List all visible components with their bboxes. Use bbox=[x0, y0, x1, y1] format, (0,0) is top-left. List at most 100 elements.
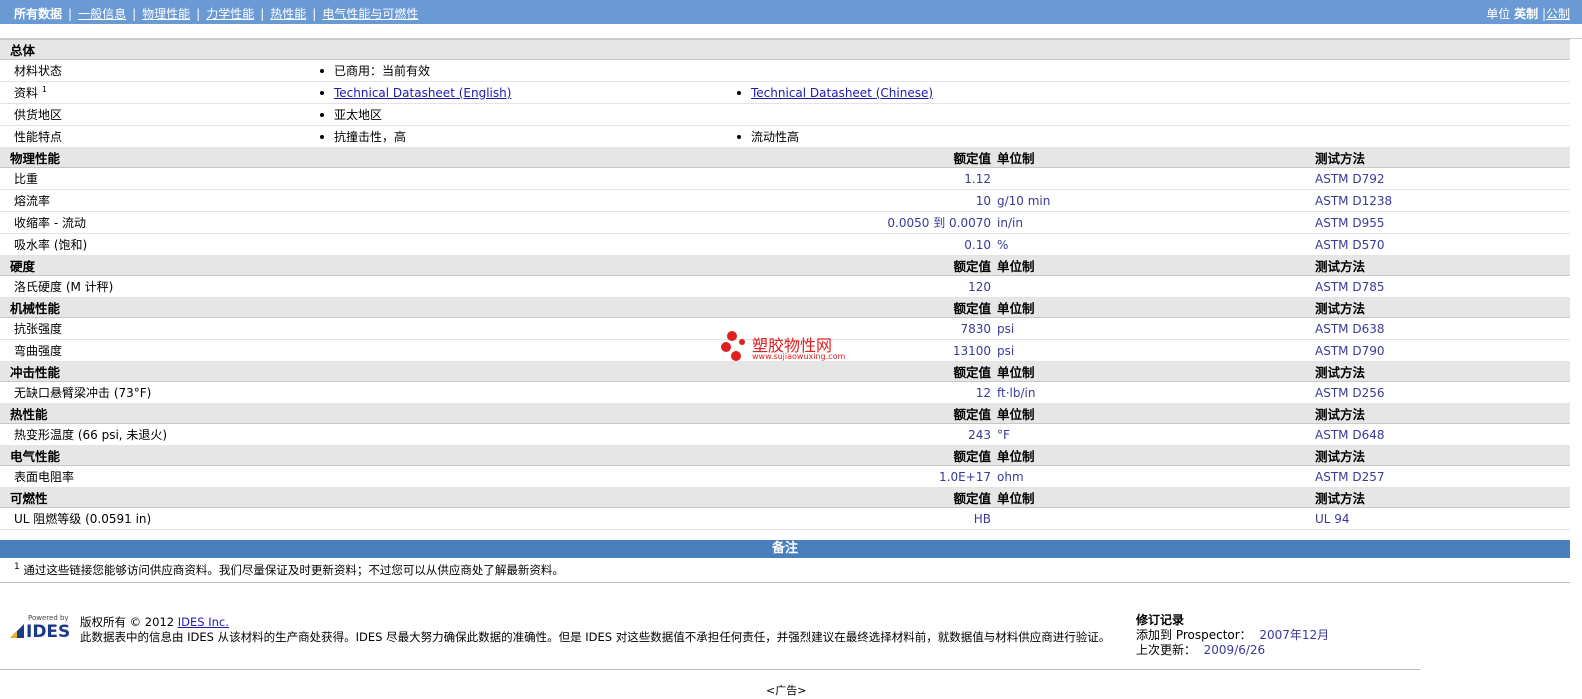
table-row: 吸水率 (饱和) 0.10% ASTM D570 bbox=[0, 233, 1570, 256]
method-header: 测试方法 bbox=[1305, 361, 1570, 382]
footnote-text: 通过这些链接您能够访问供应商资料。我们尽量保证及时更新资料；不过您可以从供应商处… bbox=[23, 563, 564, 577]
section-title: 热性能 bbox=[0, 403, 727, 424]
property-unit: in/in bbox=[997, 211, 1305, 234]
added-label: 添加到 Prospector： bbox=[1136, 628, 1252, 642]
tab-thermal[interactable]: 热性能 bbox=[270, 7, 306, 21]
table-row: 收缩率 - 流动 0.0050 到 0.0070 in/in ASTM D955 bbox=[0, 211, 1570, 234]
property-name: 收缩率 - 流动 bbox=[0, 211, 727, 234]
section-title: 电气性能 bbox=[0, 445, 727, 466]
ad-placeholder: <广告> bbox=[766, 684, 807, 697]
table-row: 无缺口悬臂梁冲击 (73°F) 12 ft·lb/in ASTM D256 bbox=[0, 381, 1570, 404]
section-title: 机械性能 bbox=[0, 297, 727, 318]
test-method: ASTM D790 bbox=[1305, 339, 1570, 362]
tab-separator: | bbox=[260, 7, 265, 21]
updated-label: 上次更新： bbox=[1136, 643, 1197, 657]
test-method: ASTM D785 bbox=[1305, 275, 1570, 298]
table-row: 材料状态 已商用：当前有效 bbox=[0, 59, 1570, 82]
method-header: 测试方法 bbox=[1305, 297, 1570, 318]
property-label: 资料 bbox=[14, 86, 39, 100]
table-row: 表面电阻率 1.0E+17 ohm ASTM D257 bbox=[0, 465, 1570, 488]
revision-history: 修订记录 添加到 Prospector： 2007年12月 上次更新： 2009… bbox=[1136, 613, 1329, 658]
property-name: 表面电阻率 bbox=[0, 465, 727, 488]
test-method: ASTM D955 bbox=[1305, 211, 1570, 234]
table-row: 供货地区 亚太地区 bbox=[0, 103, 1570, 126]
footnote-marker: 1 bbox=[14, 562, 20, 573]
property-unit bbox=[997, 507, 1305, 530]
units-metric-link[interactable]: 公制 bbox=[1546, 7, 1570, 21]
method-header: 测试方法 bbox=[1305, 255, 1570, 276]
updated-value: 2009/6/26 bbox=[1203, 643, 1266, 657]
property-name: 比重 bbox=[0, 167, 727, 190]
watermark-logo: 塑胶物性网 www.sujiaowuxing.com bbox=[720, 330, 880, 370]
property-value: 0.10 bbox=[727, 233, 997, 256]
bullet-icon bbox=[320, 90, 324, 95]
ides-logo[interactable]: Powered by IDES bbox=[8, 614, 72, 642]
value-text: 流动性高 bbox=[751, 130, 800, 144]
units-english[interactable]: 英制 bbox=[1514, 7, 1538, 21]
table-row: 比重 1.12 ASTM D792 bbox=[0, 167, 1570, 190]
tab-general-info[interactable]: 一般信息 bbox=[78, 7, 126, 21]
notes-header: 备注 bbox=[0, 540, 1570, 558]
unit-header: 单位制 bbox=[997, 403, 1305, 424]
property-unit bbox=[997, 275, 1305, 298]
datasheet-table: 总体 材料状态 已商用：当前有效 资料 1 Technical Datashee… bbox=[0, 39, 1570, 530]
disclaimer-text: 此数据表中的信息由 IDES 从该材料的生产商处获得。IDES 尽最大努力确保此… bbox=[80, 630, 1111, 644]
value-header: 额定值 bbox=[727, 255, 997, 276]
property-value: HB bbox=[727, 507, 997, 530]
property-name: 抗张强度 bbox=[0, 317, 727, 340]
added-value: 2007年12月 bbox=[1259, 628, 1330, 642]
watermark-url: www.sujiaowuxing.com bbox=[752, 352, 846, 361]
tab-electrical-flammability[interactable]: 电气性能与可燃性 bbox=[322, 7, 418, 21]
section-header: 热性能 额定值 单位制 测试方法 bbox=[0, 403, 1570, 424]
tab-physical[interactable]: 物理性能 bbox=[142, 7, 190, 21]
property-value: Technical Datasheet (Chinese) bbox=[727, 81, 1570, 104]
datasheet-english-link[interactable]: Technical Datasheet (English) bbox=[334, 86, 511, 100]
property-unit: % bbox=[997, 233, 1305, 256]
property-unit: °F bbox=[997, 423, 1305, 446]
section-header: 可燃性 额定值 单位制 测试方法 bbox=[0, 487, 1570, 508]
property-unit: ohm bbox=[997, 465, 1305, 488]
table-row: 熔流率 10 g/10 min ASTM D1238 bbox=[0, 189, 1570, 212]
property-name: 弯曲强度 bbox=[0, 339, 727, 362]
section-title: 总体 bbox=[0, 39, 1570, 60]
spacer-row bbox=[0, 24, 1582, 39]
tab-separator: | bbox=[68, 7, 73, 21]
property-name: UL 阻燃等级 (0.0591 in) bbox=[0, 507, 727, 530]
property-unit: g/10 min bbox=[997, 189, 1305, 212]
tab-all-data[interactable]: 所有数据 bbox=[14, 7, 62, 21]
section-title: 硬度 bbox=[0, 255, 727, 276]
value-header: 额定值 bbox=[727, 487, 997, 508]
property-unit: psi bbox=[997, 317, 1305, 340]
logo-text: IDES bbox=[26, 622, 71, 642]
property-value: 0.0050 到 0.0070 bbox=[727, 211, 997, 234]
unit-header: 单位制 bbox=[997, 445, 1305, 466]
tab-mechanical[interactable]: 力学性能 bbox=[206, 7, 254, 21]
ides-company-link[interactable]: IDES Inc. bbox=[178, 615, 229, 629]
tab-separator: | bbox=[132, 7, 137, 21]
property-value: 12 bbox=[727, 381, 997, 404]
property-name: 材料状态 bbox=[0, 59, 310, 82]
value-header: 额定值 bbox=[727, 297, 997, 318]
section-header: 电气性能 额定值 单位制 测试方法 bbox=[0, 445, 1570, 466]
test-method: ASTM D1238 bbox=[1305, 189, 1570, 212]
section-header: 机械性能 额定值 单位制 测试方法 bbox=[0, 297, 1570, 318]
table-row: UL 阻燃等级 (0.0591 in) HB UL 94 bbox=[0, 507, 1570, 530]
section-tabs: 所有数据 | 一般信息 | 物理性能 | 力学性能 | 热性能 | 电气性能与可燃性 bbox=[14, 5, 418, 22]
property-value: 亚太地区 bbox=[310, 103, 1570, 126]
property-name: 洛氏硬度 (M 计秤) bbox=[0, 275, 727, 298]
unit-header: 单位制 bbox=[997, 487, 1305, 508]
ides-logo-icon bbox=[10, 624, 24, 638]
powered-by-text: Powered by bbox=[28, 614, 69, 622]
property-value: 10 bbox=[727, 189, 997, 212]
property-unit bbox=[997, 167, 1305, 190]
method-header: 测试方法 bbox=[1305, 445, 1570, 466]
divider bbox=[0, 582, 1570, 583]
unit-switcher: 单位 英制 |公制 bbox=[1486, 5, 1570, 22]
datasheet-chinese-link[interactable]: Technical Datasheet (Chinese) bbox=[751, 86, 933, 100]
unit-header: 单位制 bbox=[997, 255, 1305, 276]
section-title: 冲击性能 bbox=[0, 361, 727, 382]
test-method: ASTM D792 bbox=[1305, 167, 1570, 190]
method-header: 测试方法 bbox=[1305, 147, 1570, 168]
copyright-block: 版权所有 © 2012 IDES Inc. 此数据表中的信息由 IDES 从该材… bbox=[80, 615, 1110, 645]
value-text: 抗撞击性，高 bbox=[334, 130, 407, 144]
